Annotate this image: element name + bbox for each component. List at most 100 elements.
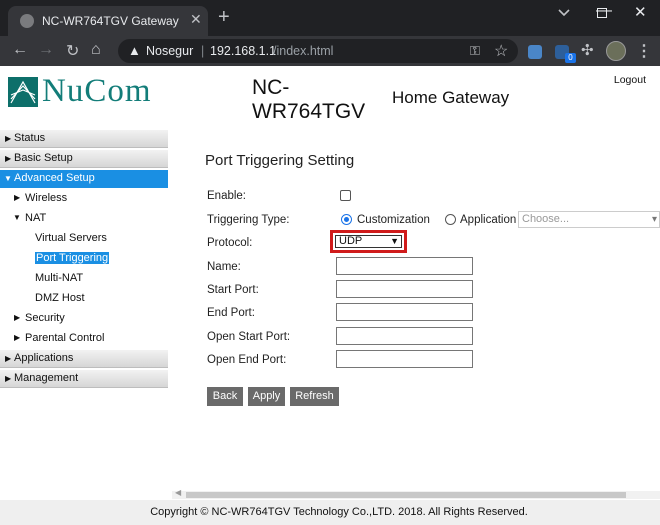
- triangle-down-icon: ▼: [4, 174, 12, 183]
- browser-tab[interactable]: NC-WR764TGV Gateway ✕: [8, 6, 208, 36]
- end-port-label: End Port:: [207, 307, 255, 319]
- open-end-port-input[interactable]: [336, 350, 473, 368]
- sidebar-item-label: Port Triggering: [35, 252, 110, 264]
- customization-radio[interactable]: [341, 214, 352, 225]
- sidebar-item-label: DMZ Host: [35, 292, 85, 304]
- sidebar-item-label: Status: [14, 132, 46, 144]
- protocol-select[interactable]: UDP ▼: [335, 235, 402, 248]
- new-tab-icon[interactable]: +: [218, 7, 230, 27]
- model-name: NC-WR764TGV: [252, 76, 366, 123]
- page-title: Port Triggering Setting: [205, 152, 355, 169]
- triangle-right-icon: ▶: [5, 154, 12, 163]
- sidebar-item-label: NAT: [25, 212, 47, 224]
- browser-toolbar: ← → ↻ ⌂ ▲ Nosegur | 192.168.1.1 /index.h…: [0, 36, 660, 66]
- logo-mark-icon: [8, 77, 38, 107]
- back-button[interactable]: Back: [207, 387, 243, 406]
- star-icon[interactable]: ☆: [494, 41, 508, 61]
- not-secure-label[interactable]: Nosegur: [146, 44, 193, 58]
- open-start-port-input[interactable]: [336, 327, 473, 345]
- window-close-icon[interactable]: ✕: [634, 3, 647, 21]
- application-select[interactable]: Choose... ▾: [518, 211, 660, 228]
- footer: Copyright © NC-WR764TGV Technology Co.,L…: [0, 500, 660, 525]
- sidebar-item-basic-setup[interactable]: ▶ Basic Setup: [0, 150, 168, 168]
- triangle-right-icon: ▶: [5, 134, 12, 143]
- sidebar-item-nat[interactable]: ▼ NAT: [0, 208, 168, 228]
- browser-tabstrip: NC-WR764TGV Gateway ✕ + — ✕: [0, 0, 660, 36]
- sidebar-item-status[interactable]: ▶ Status: [0, 130, 168, 148]
- sidebar-item-wireless[interactable]: ▶ Wireless: [0, 188, 168, 208]
- sidebar-item-label: Multi-NAT: [35, 272, 84, 284]
- sidebar-item-management[interactable]: ▶ Management: [0, 370, 168, 388]
- logout-link[interactable]: Logout: [614, 74, 646, 86]
- sidebar-item-label: Basic Setup: [14, 152, 73, 164]
- protocol-label: Protocol:: [207, 237, 253, 249]
- sidebar-item-label: Virtual Servers: [35, 232, 107, 244]
- horizontal-scrollbar[interactable]: ◀: [172, 488, 660, 499]
- start-port-label: Start Port:: [207, 284, 259, 296]
- sidebar-item-port-triggering[interactable]: Port Triggering: [0, 248, 168, 268]
- tab-search-icon[interactable]: [558, 6, 570, 20]
- home-icon[interactable]: ⌂: [91, 41, 101, 59]
- triangle-down-icon: ▼: [13, 213, 21, 222]
- protocol-select-value: UDP: [339, 235, 363, 247]
- protocol-highlight-box: UDP ▼: [330, 230, 407, 253]
- nucom-logo: NuCom: [8, 73, 166, 111]
- triangle-right-icon: ▶: [5, 354, 12, 363]
- name-label: Name:: [207, 261, 241, 273]
- triangle-right-icon: ▶: [14, 313, 21, 322]
- extension-icon[interactable]: [528, 45, 542, 59]
- url-path[interactable]: /index.html: [273, 44, 333, 58]
- application-label[interactable]: Application: [460, 214, 516, 226]
- triangle-right-icon: ▶: [14, 333, 21, 342]
- triggering-type-label: Triggering Type:: [207, 214, 290, 226]
- extension-badge: 0: [565, 53, 576, 63]
- sidebar-item-label: Parental Control: [25, 332, 105, 344]
- copyright-text: Copyright © NC-WR764TGV Technology Co.,L…: [150, 506, 528, 518]
- open-end-port-label: Open End Port:: [207, 354, 287, 366]
- refresh-button[interactable]: Refresh: [290, 387, 339, 406]
- enable-checkbox[interactable]: [340, 190, 351, 201]
- sidebar-item-applications[interactable]: ▶ Applications: [0, 350, 168, 368]
- sidebar-item-security[interactable]: ▶ Security: [0, 308, 168, 328]
- enable-label: Enable:: [207, 190, 247, 202]
- tab-title: NC-WR764TGV Gateway: [42, 14, 179, 28]
- product-name: Home Gateway: [392, 88, 510, 107]
- triangle-right-icon: ▶: [14, 193, 21, 202]
- sidebar-item-parental-control[interactable]: ▶ Parental Control: [0, 328, 168, 348]
- end-port-input[interactable]: [336, 303, 473, 321]
- customization-label[interactable]: Customization: [357, 214, 430, 226]
- triangle-right-icon: ▶: [5, 374, 12, 383]
- chevron-down-icon: ▾: [651, 214, 657, 225]
- kebab-menu-icon[interactable]: ⋮: [636, 41, 652, 61]
- open-start-port-label: Open Start Port:: [207, 331, 291, 343]
- sidebar-item-advanced-setup[interactable]: ▼ Advanced Setup: [0, 170, 168, 188]
- avatar[interactable]: [606, 41, 626, 61]
- forward-arrow-icon[interactable]: →: [38, 41, 54, 59]
- close-icon[interactable]: ✕: [190, 11, 202, 28]
- sidebar-item-dmz-host[interactable]: DMZ Host: [0, 288, 168, 308]
- url-host[interactable]: 192.168.1.1: [210, 44, 276, 58]
- puzzle-icon[interactable]: ✣: [581, 41, 594, 59]
- sidebar-item-label: Management: [14, 372, 79, 384]
- start-port-input[interactable]: [336, 280, 473, 298]
- sidebar-item-label: Applications: [14, 352, 74, 364]
- sidebar-item-label: Advanced Setup: [14, 172, 95, 184]
- warning-icon[interactable]: ▲: [128, 43, 141, 58]
- key-icon[interactable]: ⚿: [470, 43, 480, 59]
- sidebar-item-multi-nat[interactable]: Multi-NAT: [0, 268, 168, 288]
- application-radio[interactable]: [445, 214, 456, 225]
- back-arrow-icon[interactable]: ←: [12, 41, 28, 59]
- apply-button[interactable]: Apply: [248, 387, 285, 406]
- main-content: Port Triggering Setting Enable: Triggeri…: [170, 130, 660, 500]
- maximize-icon[interactable]: [597, 8, 607, 18]
- sidebar-item-label: Security: [25, 312, 65, 324]
- router-page: NuCom NC-WR764TGV Home Gateway Logout ▶ …: [0, 66, 660, 525]
- address-bar[interactable]: ▲ Nosegur | 192.168.1.1 /index.html ⚿ ☆: [118, 39, 518, 63]
- name-input[interactable]: [336, 257, 473, 275]
- url-separator: |: [201, 44, 205, 58]
- sidebar-item-virtual-servers[interactable]: Virtual Servers: [0, 228, 168, 248]
- scroll-left-icon[interactable]: ◀: [175, 488, 181, 497]
- reload-icon[interactable]: ↻: [66, 41, 79, 61]
- scrollbar-thumb[interactable]: [186, 492, 626, 498]
- chevron-down-icon: ▼: [390, 236, 399, 246]
